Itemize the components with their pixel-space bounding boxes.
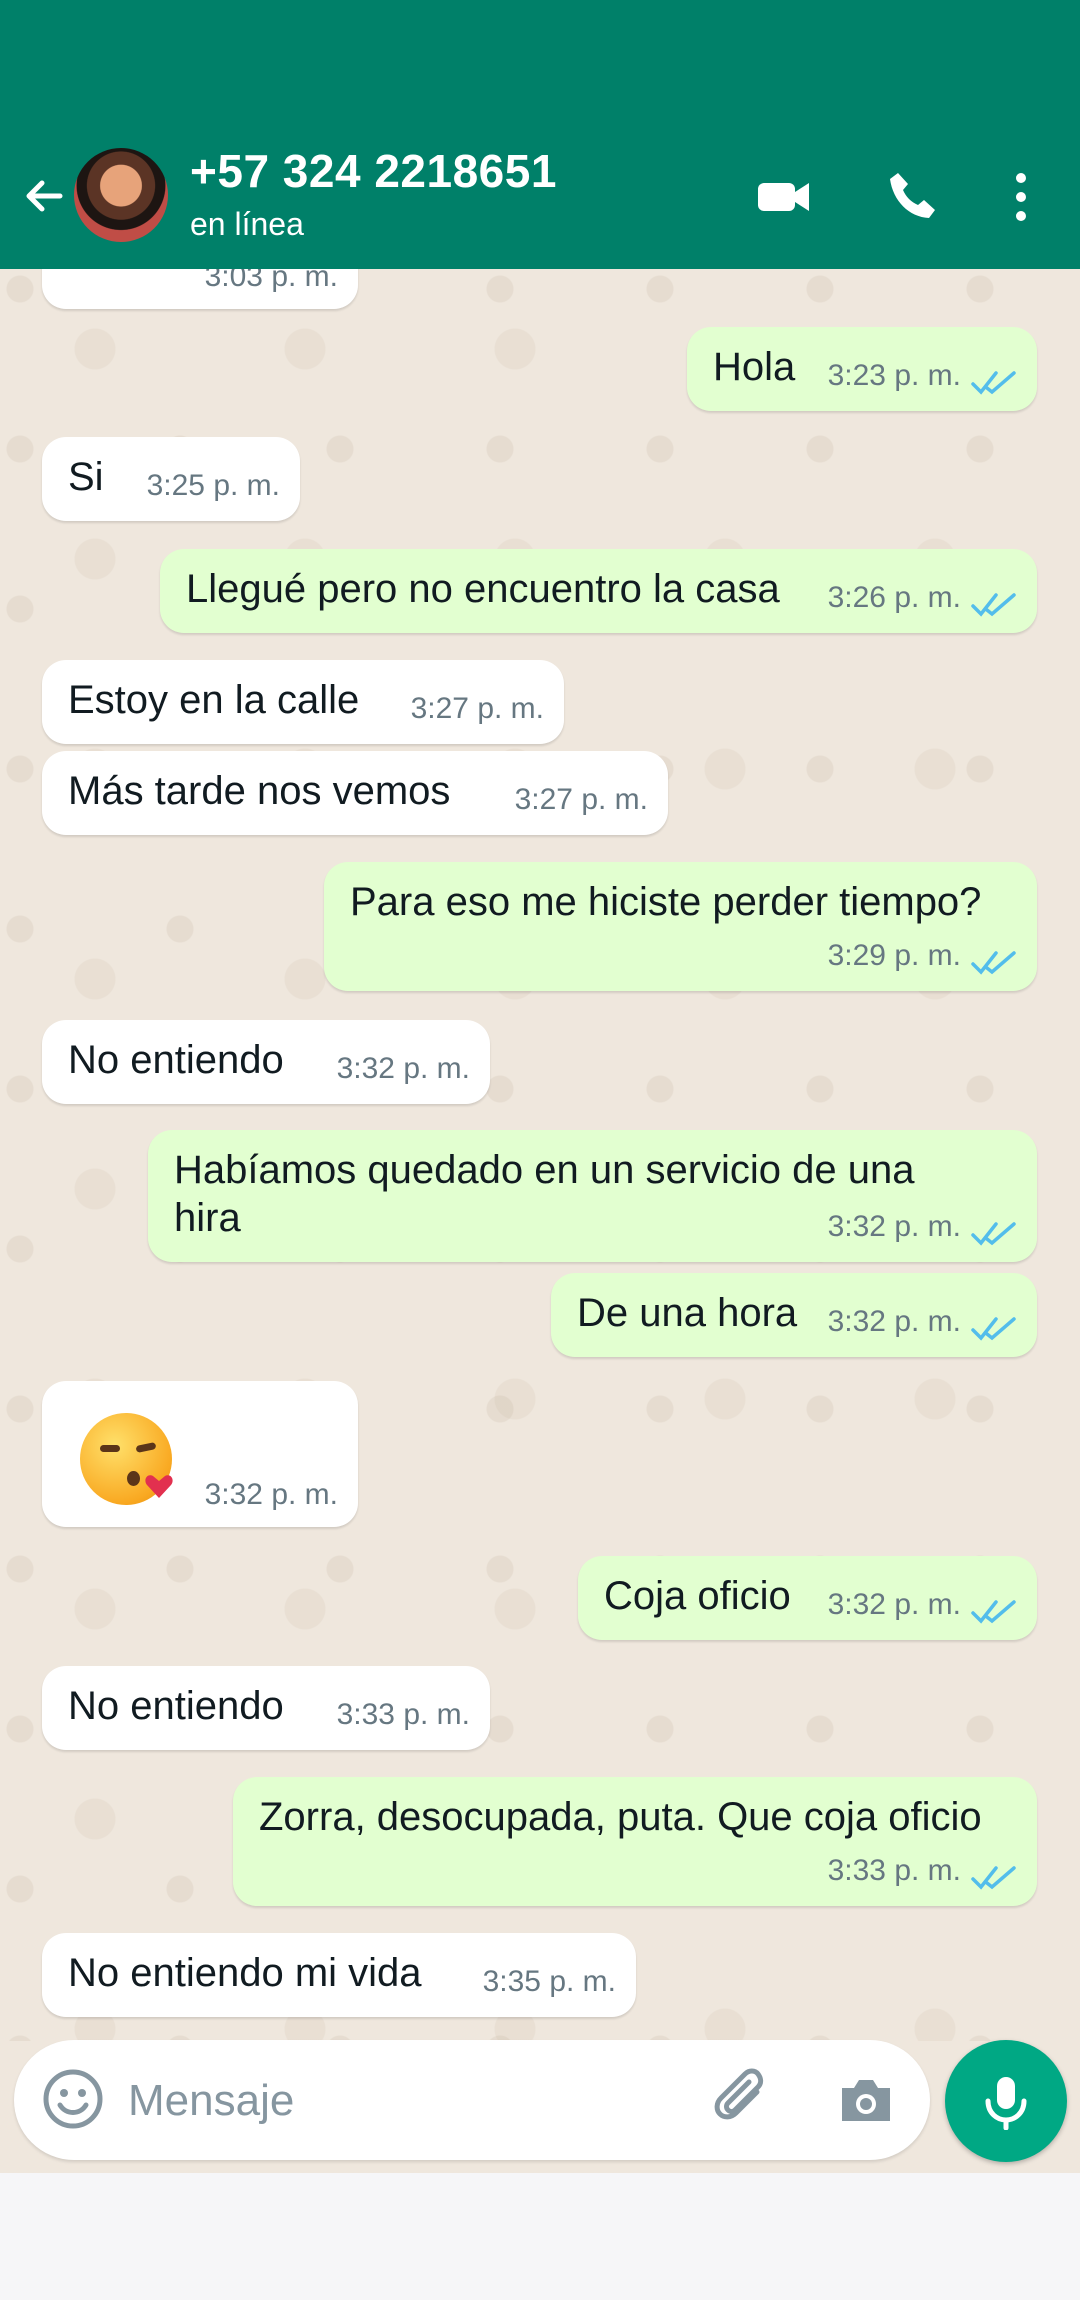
system-navigation-area [0, 2173, 1080, 2300]
message-text: Zorra, desocupada, puta. Que coja oficio [259, 1795, 982, 1839]
outgoing-message-bubble[interactable]: Habíamos quedado en un servicio de una h… [148, 1130, 1037, 1262]
message-time: 3:33 p. m. [827, 1854, 961, 1887]
outgoing-message-bubble[interactable]: Zorra, desocupada, puta. Que coja oficio… [233, 1777, 1037, 1906]
message-time: 3:32 p. m. [336, 1052, 470, 1085]
incoming-message-bubble[interactable]: Estoy en la calle 3:27 p. m. [42, 660, 564, 744]
read-receipt-icon [971, 1222, 1016, 1246]
message-time: 3:23 p. m. [827, 359, 961, 392]
microphone-icon [985, 2077, 1027, 2130]
more-options-button[interactable] [1010, 168, 1032, 226]
message-time: 3:29 p. m. [827, 939, 961, 972]
message-input[interactable] [126, 2060, 610, 2142]
outgoing-message-bubble[interactable]: Para eso me hiciste perder tiempo? 3:29 … [324, 862, 1037, 991]
kiss-emoji-icon [80, 1413, 173, 1505]
message-text: Hola [713, 345, 796, 389]
camera-icon[interactable] [834, 2068, 898, 2132]
incoming-message-bubble[interactable]: No entiendo 3:32 p. m. [42, 1020, 490, 1104]
chat-message-list[interactable]: 3:03 p. m. Hola 3:23 p. m. Si 3:25 p. m.… [0, 269, 1080, 2041]
read-receipt-icon [971, 1866, 1016, 1890]
message-text: Si [68, 455, 104, 499]
message-text: Estoy en la calle [68, 678, 360, 722]
read-receipt-icon [971, 1317, 1016, 1341]
video-call-button[interactable] [755, 168, 813, 226]
message-text: Llegué pero no encuentro la casa [186, 567, 780, 611]
incoming-message-bubble[interactable]: Más tarde nos vemos 3:27 p. m. [42, 751, 668, 835]
read-receipt-icon [971, 1600, 1016, 1624]
voice-message-button[interactable] [945, 2040, 1067, 2162]
incoming-message-bubble[interactable]: No entiendo 3:33 p. m. [42, 1666, 490, 1750]
message-time: 3:03 p. m. [204, 269, 338, 293]
message-text: No entiendo [68, 1684, 284, 1728]
voice-call-button[interactable] [884, 168, 942, 226]
outgoing-message-bubble[interactable]: Coja oficio 3:32 p. m. [578, 1556, 1037, 1640]
voice-call-icon [890, 173, 935, 218]
incoming-message-bubble[interactable]: Si 3:25 p. m. [42, 437, 300, 521]
message-text: Más tarde nos vemos [68, 769, 451, 813]
message-text: Para eso me hiciste perder tiempo? [350, 880, 982, 924]
message-composer [14, 2040, 930, 2160]
message-time: 3:32 p. m. [827, 1305, 961, 1338]
outgoing-message-bubble[interactable]: Hola 3:23 p. m. [687, 327, 1037, 411]
read-receipt-icon [971, 593, 1016, 617]
message-time: 3:27 p. m. [410, 692, 544, 725]
message-time: 3:27 p. m. [514, 783, 648, 816]
message-time: 3:25 p. m. [146, 469, 280, 502]
back-arrow-icon[interactable] [18, 170, 70, 222]
read-receipt-icon [971, 951, 1016, 975]
message-time: 3:33 p. m. [336, 1698, 470, 1731]
message-text: Coja oficio [604, 1574, 791, 1618]
message-time: 3:26 p. m. [827, 581, 961, 614]
message-text: No entiendo mi vida [68, 1951, 422, 1995]
message-time: 3:32 p. m. [204, 1478, 338, 1511]
read-receipt-icon [971, 371, 1016, 395]
message-text: De una hora [577, 1291, 798, 1335]
contact-phone-number[interactable]: +57 324 2218651 [190, 144, 557, 198]
message-time: 3:32 p. m. [827, 1210, 961, 1243]
more-options-icon [1016, 173, 1026, 221]
message-text: No entiendo [68, 1038, 284, 1082]
message-time: 3:32 p. m. [827, 1588, 961, 1621]
outgoing-message-bubble[interactable]: De una hora 3:32 p. m. [551, 1273, 1037, 1357]
emoji-icon[interactable] [40, 2066, 106, 2132]
outgoing-message-bubble[interactable]: Llegué pero no encuentro la casa 3:26 p.… [160, 549, 1037, 633]
video-call-icon [758, 183, 809, 211]
contact-avatar[interactable] [74, 148, 168, 242]
attach-icon[interactable] [712, 2068, 776, 2132]
incoming-emoji-message[interactable]: 3:32 p. m. [42, 1381, 358, 1527]
message-time: 3:35 p. m. [482, 1965, 616, 1998]
incoming-message-bubble[interactable]: 3:03 p. m. [42, 269, 358, 309]
incoming-message-bubble[interactable]: No entiendo mi vida 3:35 p. m. [42, 1933, 636, 2017]
contact-status: en línea [190, 206, 304, 242]
chat-header: +57 324 2218651 en línea [0, 0, 1080, 269]
